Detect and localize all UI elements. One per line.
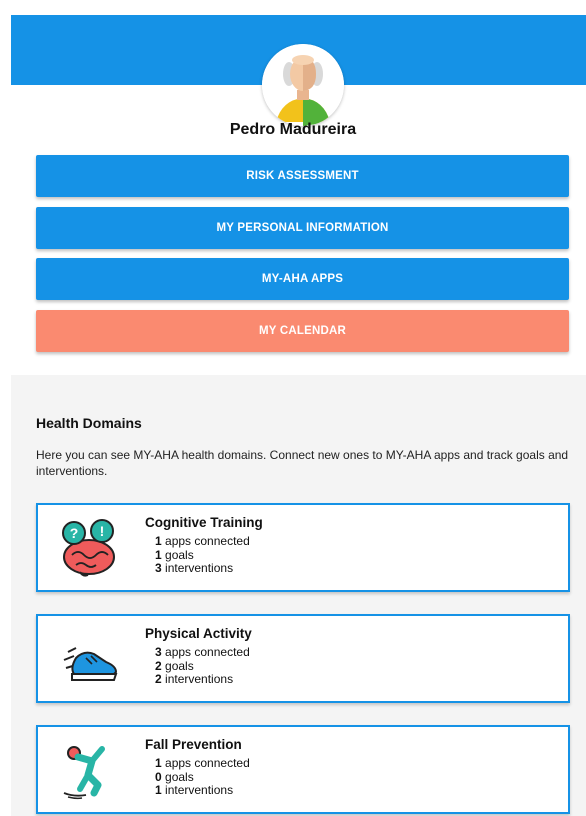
my-aha-apps-button[interactable]: MY-AHA APPS [36,258,569,300]
domain-title: Fall Prevention [145,737,242,752]
elderly-man-avatar-icon[interactable] [262,44,344,126]
domain-title: Physical Activity [145,626,252,641]
section-title: Health Domains [36,415,142,431]
brain-icon: ? ! [58,517,122,579]
personal-information-button[interactable]: MY PERSONAL INFORMATION [36,207,569,249]
falling-person-icon [58,739,122,801]
my-calendar-button[interactable]: MY CALENDAR [36,310,569,352]
domain-stats: 3 apps connected 2 goals 2 interventions [155,645,250,686]
section-description: Here you can see MY-AHA health domains. … [36,448,569,478]
svg-text:!: ! [100,523,105,539]
domain-card-cognitive-training[interactable]: ? ! Cognitive Training 1 apps connected … [36,503,570,592]
domain-title: Cognitive Training [145,515,263,530]
svg-text:?: ? [70,525,79,541]
domain-card-fall-prevention[interactable]: Fall Prevention 1 apps connected 0 goals… [36,725,570,814]
domain-card-physical-activity[interactable]: Physical Activity 3 apps connected 2 goa… [36,614,570,703]
domain-stats: 1 apps connected 1 goals 3 interventions [155,534,250,575]
domain-stats: 1 apps connected 0 goals 1 interventions [155,756,250,797]
running-shoe-icon [58,628,122,690]
user-name: Pedro Madureira [229,121,357,138]
risk-assessment-button[interactable]: RISK ASSESSMENT [36,155,569,197]
